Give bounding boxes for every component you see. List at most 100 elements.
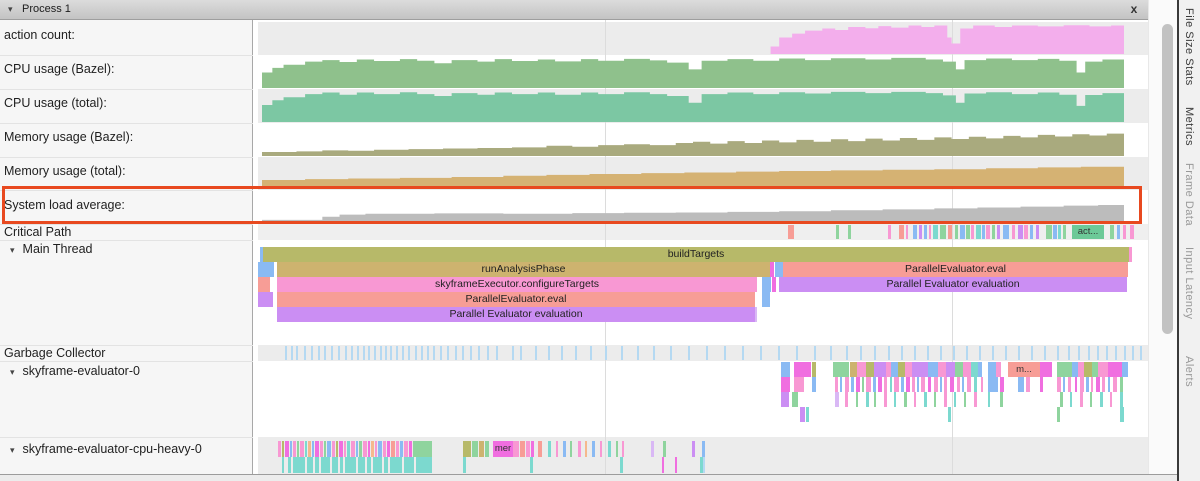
evaluator-slice[interactable] — [866, 362, 874, 377]
gc-event[interactable] — [653, 346, 655, 360]
gc-event[interactable] — [357, 346, 359, 360]
evaluator-slice[interactable] — [1110, 392, 1112, 407]
gc-event[interactable] — [621, 346, 623, 360]
evaluator-slice[interactable] — [988, 377, 998, 392]
cpu-heavy-slice[interactable] — [563, 441, 566, 457]
gc-event[interactable] — [390, 346, 392, 360]
tab-metrics[interactable]: Metrics — [1183, 107, 1195, 146]
cpu-heavy-slice[interactable] — [351, 441, 355, 457]
evaluator-slice[interactable] — [884, 392, 887, 407]
gc-event[interactable] — [433, 346, 435, 360]
main-thread-slice[interactable] — [762, 277, 771, 292]
gc-event[interactable] — [455, 346, 457, 360]
critical-path-event[interactable] — [1058, 225, 1061, 239]
cpu-heavy-slice[interactable] — [321, 457, 330, 473]
gc-event[interactable] — [1078, 346, 1080, 360]
main-thread-slice[interactable] — [772, 277, 776, 292]
cpu-heavy-slice[interactable] — [293, 441, 296, 457]
critical-path-event[interactable] — [976, 225, 981, 239]
evaluator-slice[interactable] — [1108, 362, 1122, 377]
gc-event[interactable] — [331, 346, 333, 360]
gc-event[interactable] — [760, 346, 762, 360]
cpu-heavy-slice[interactable] — [404, 457, 414, 473]
cpu-heavy-slice[interactable] — [278, 441, 281, 457]
gc-event[interactable] — [421, 346, 423, 360]
evaluator-slice[interactable] — [833, 362, 849, 377]
evaluator-slice[interactable] — [988, 392, 990, 407]
critical-path-event[interactable] — [966, 225, 970, 239]
evaluator-slice[interactable] — [957, 377, 960, 392]
evaluator-slice[interactable] — [835, 392, 839, 407]
cpu-heavy-slice[interactable] — [513, 441, 519, 457]
gc-event[interactable] — [345, 346, 347, 360]
gc-event[interactable] — [901, 346, 903, 360]
evaluator-slice[interactable] — [974, 377, 977, 392]
evaluator-slice[interactable] — [1091, 377, 1093, 392]
cpu-heavy-slice[interactable] — [345, 457, 356, 473]
cpu-heavy-slice[interactable] — [336, 441, 338, 457]
tab-frame-data[interactable]: Frame Data — [1183, 163, 1195, 226]
evaluator-slice[interactable] — [800, 407, 805, 422]
counter-chart-sys_load[interactable] — [262, 192, 1124, 223]
cpu-heavy-slice[interactable] — [378, 441, 382, 457]
cpu-heavy-slice[interactable] — [340, 457, 343, 473]
cpu-heavy-slice[interactable] — [315, 457, 319, 473]
gc-event[interactable] — [888, 346, 890, 360]
critical-path-event[interactable] — [1117, 225, 1120, 239]
evaluator-slice[interactable] — [1063, 377, 1065, 392]
critical-path-event[interactable] — [788, 225, 794, 239]
cpu-heavy-slice[interactable] — [578, 441, 581, 457]
track-label[interactable]: ▾skyframe-evaluator-cpu-heavy-0 — [10, 442, 202, 456]
evaluator-slice[interactable] — [866, 392, 869, 407]
evaluator-slice[interactable] — [1120, 377, 1123, 392]
gc-event[interactable] — [1140, 346, 1142, 360]
gc-event[interactable] — [548, 346, 550, 360]
cpu-heavy-slice[interactable] — [416, 457, 432, 473]
counter-chart-cpu_bazel[interactable] — [262, 57, 1124, 88]
cpu-heavy-slice[interactable] — [332, 457, 338, 473]
evaluator-slice[interactable] — [794, 377, 804, 392]
cpu-heavy-slice[interactable] — [538, 441, 542, 457]
cpu-heavy-slice[interactable] — [662, 457, 664, 473]
gc-event[interactable] — [1106, 346, 1108, 360]
evaluator-slice[interactable] — [856, 377, 860, 392]
evaluator-slice[interactable] — [806, 407, 809, 422]
main-thread-slice[interactable] — [755, 307, 757, 322]
main-thread-slice[interactable]: ParallelEvaluator.eval — [277, 292, 755, 307]
gc-event[interactable] — [953, 346, 955, 360]
critical-path-event[interactable] — [986, 225, 990, 239]
evaluator-slice[interactable] — [944, 392, 947, 407]
main-thread-slice[interactable] — [762, 292, 770, 307]
evaluator-slice[interactable] — [934, 392, 936, 407]
cpu-heavy-slice[interactable] — [327, 441, 331, 457]
cpu-heavy-slice[interactable] — [463, 457, 466, 473]
main-thread-slice[interactable]: ParallelEvaluator.eval — [783, 262, 1128, 277]
gc-event[interactable] — [940, 346, 942, 360]
gc-event[interactable] — [796, 346, 798, 360]
cpu-heavy-slice[interactable] — [371, 441, 374, 457]
gc-event[interactable] — [830, 346, 832, 360]
cpu-heavy-slice[interactable] — [358, 457, 365, 473]
critical-path-event[interactable] — [888, 225, 891, 239]
evaluator-slice[interactable] — [928, 377, 931, 392]
counter-chart-mem_total[interactable] — [262, 159, 1124, 189]
gc-event[interactable] — [311, 346, 313, 360]
evaluator-slice[interactable] — [874, 362, 886, 377]
critical-path-event[interactable] — [1123, 225, 1126, 239]
cpu-heavy-slice[interactable] — [616, 441, 618, 457]
cpu-heavy-slice[interactable] — [391, 441, 395, 457]
track-collapse-caret-icon[interactable]: ▾ — [10, 245, 15, 255]
cpu-heavy-slice[interactable] — [600, 441, 602, 457]
gc-event[interactable] — [318, 346, 320, 360]
tab-alerts[interactable]: Alerts — [1183, 356, 1195, 387]
critical-path-event[interactable] — [836, 225, 839, 239]
counter-chart-cpu_total[interactable] — [262, 91, 1124, 122]
evaluator-slice[interactable] — [1102, 377, 1105, 392]
evaluator-slice[interactable] — [873, 377, 876, 392]
evaluator-slice[interactable] — [914, 392, 916, 407]
cpu-heavy-slice[interactable] — [592, 441, 595, 457]
gc-event[interactable] — [590, 346, 592, 360]
evaluator-slice[interactable] — [894, 377, 899, 392]
cpu-heavy-slice[interactable] — [383, 441, 386, 457]
evaluator-slice[interactable] — [946, 362, 955, 377]
